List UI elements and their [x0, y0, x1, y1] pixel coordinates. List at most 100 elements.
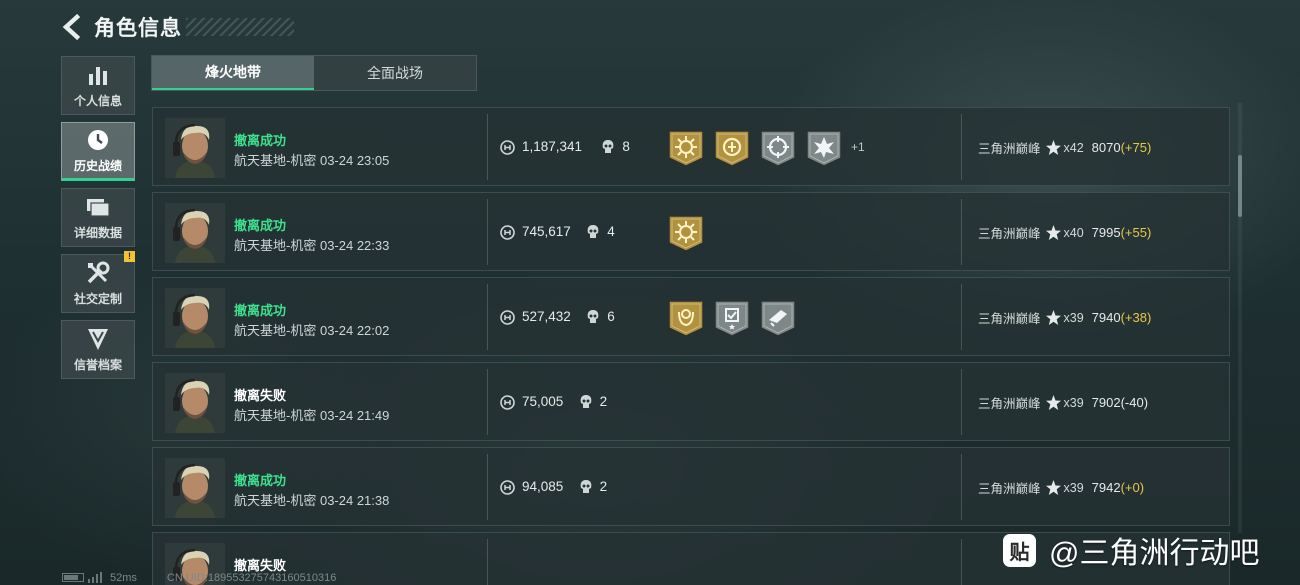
rank-label: 三角洲巅峰 [978, 227, 1041, 241]
star-count: x39 [1063, 480, 1084, 495]
folder-stack-icon [87, 199, 110, 217]
extraction-status: 撤离成功 [234, 218, 287, 233]
star-icon [1041, 309, 1064, 326]
match-time: 03-24 22:33 [319, 238, 390, 253]
loot-value: 527,432 [522, 309, 571, 324]
sidebar-item-credit-record[interactable]: 信誉档案 [61, 320, 135, 379]
header: 角色信息 [58, 10, 298, 44]
gold-sun-medal-icon[interactable] [667, 128, 705, 168]
scrollbar-thumb[interactable] [1238, 155, 1242, 217]
skull-icon [579, 394, 593, 410]
sidebar-item-label: 历史战绩 [73, 159, 122, 173]
silver-burst-medal-icon[interactable] [805, 128, 843, 168]
match-time: 03-24 22:02 [319, 323, 390, 338]
row-divider [961, 369, 962, 435]
coin-icon [500, 140, 515, 155]
tools-icon [87, 261, 110, 284]
gold-crest-medal-icon[interactable] [713, 128, 751, 168]
ping-text: 52ms [110, 571, 137, 584]
rank-info: 三角洲巅峰 x40 7995 (+55) [978, 223, 1151, 242]
rank-label: 三角洲巅峰 [978, 142, 1041, 156]
back-arrow-icon[interactable] [58, 13, 86, 41]
gold-sun-medal-icon[interactable] [667, 213, 705, 253]
rank-score: 7995 [1091, 225, 1121, 240]
loot-value: 75,005 [522, 394, 564, 409]
sidebar-item-detailed-data[interactable]: 详细数据 [61, 188, 135, 247]
match-row[interactable]: 撤离成功 航天基地-机密 03-24 23:05 1,187,341 8 +1 三角洲巅峰… [152, 107, 1230, 186]
bar-chart-icon [89, 67, 107, 85]
loot-value: 1,187,341 [522, 139, 583, 154]
signal-icon [88, 572, 102, 583]
skull-icon [586, 309, 600, 325]
page-title: 角色信息 [94, 17, 182, 40]
silver-shield-medal-icon[interactable] [713, 298, 751, 338]
watermark-logo-icon: 贴 [1003, 533, 1036, 567]
silver-gun-medal-icon[interactable] [759, 298, 797, 338]
coin-icon [500, 395, 515, 410]
star-count: x39 [1063, 395, 1084, 410]
row-divider [487, 199, 488, 265]
score-delta: (+75) [1120, 140, 1152, 155]
rank-score: 7902 [1091, 395, 1121, 410]
map-and-time: 航天基地-机密 03-24 21:38 [234, 490, 389, 509]
skull-icon [579, 479, 593, 495]
match-history-list: 撤离成功 航天基地-机密 03-24 23:05 1,187,341 8 +1 三角洲巅峰… [152, 107, 1230, 585]
match-time: 03-24 21:49 [319, 408, 390, 423]
operator-avatar [165, 203, 225, 263]
row-divider [487, 114, 488, 180]
match-row[interactable]: 撤离成功 航天基地-机密 03-24 21:38 94,085 2 三角洲巅峰 x39 79… [152, 447, 1230, 526]
match-time: 03-24 23:05 [319, 153, 390, 168]
map-and-time: 航天基地-机密 03-24 22:02 [234, 320, 389, 339]
sidebar-item-label: 详细数据 [73, 226, 122, 240]
silver-crosshair-medal-icon[interactable] [759, 128, 797, 168]
match-row[interactable]: 撤离成功 航天基地-机密 03-24 22:02 527,432 6 三角洲巅峰 x39 7… [152, 277, 1230, 356]
coin-icon [500, 225, 515, 240]
rank-info: 三角洲巅峰 x39 7942 (+0) [978, 478, 1144, 497]
row-divider [961, 454, 962, 520]
more-medals-count[interactable]: +1 [851, 140, 865, 154]
extraction-status: 撤离成功 [234, 473, 287, 488]
score-delta: (+38) [1120, 310, 1152, 325]
list-scrollbar[interactable] [1238, 103, 1242, 533]
match-row[interactable]: 撤离成功 航天基地-机密 03-24 22:33 745,617 4 三角洲巅峰 x40 7… [152, 192, 1230, 271]
tab-full-battlefield[interactable]: 全面战场 [314, 56, 476, 90]
score-delta: (+55) [1120, 225, 1152, 240]
rank-info: 三角洲巅峰 x39 7902 (-40) [978, 393, 1148, 412]
sidebar-item-social-custom[interactable]: ! 社交定制 [61, 251, 135, 313]
operator-avatar [165, 288, 225, 348]
shield-chevron-icon [88, 329, 108, 350]
score-delta: (-40) [1120, 395, 1149, 410]
map-name: 航天基地-机密 [234, 153, 317, 168]
rank-score: 7940 [1091, 310, 1121, 325]
score-delta: (+0) [1120, 480, 1145, 495]
sidebar-item-personal-info[interactable]: 个人信息 [61, 56, 135, 115]
map-name: 航天基地-机密 [234, 238, 317, 253]
tab-operations-zone[interactable]: 烽火地带 [152, 56, 314, 90]
skull-icon [601, 139, 615, 155]
kill-count: 2 [599, 394, 608, 409]
star-count: x40 [1063, 225, 1084, 240]
rank-label: 三角洲巅峰 [978, 482, 1041, 496]
loot-value: 94,085 [522, 479, 564, 494]
rank-info: 三角洲巅峰 x42 8070 (+75) [978, 138, 1151, 157]
map-name: 航天基地-机密 [234, 323, 317, 338]
star-icon [1041, 224, 1064, 241]
sidebar-item-match-history[interactable]: 历史战绩 [61, 122, 135, 181]
map-name: 航天基地-机密 [234, 408, 317, 423]
rank-score: 7942 [1091, 480, 1121, 495]
rank-label: 三角洲巅峰 [978, 397, 1041, 411]
watermark: 贴 @三角洲行动吧 [1003, 530, 1259, 570]
status-footer: 52ms CN UID:189553275743160510316 [62, 570, 336, 585]
match-row[interactable]: 撤离失败航天基地-机密 03-24 21:49 75,005 2 三角洲巅峰 x39 79… [152, 362, 1230, 441]
sidebar-item-label: 信誉档案 [73, 358, 122, 372]
extraction-status: 撤离失败 [234, 388, 287, 403]
skull-icon [586, 224, 600, 240]
kill-count: 4 [607, 224, 615, 239]
gold-laurel-medal-icon[interactable] [667, 298, 705, 338]
row-divider [487, 539, 488, 585]
row-divider [961, 539, 962, 585]
star-icon [1041, 479, 1064, 496]
alert-badge: ! [124, 251, 135, 262]
battery-icon [62, 573, 84, 582]
operator-avatar [165, 118, 225, 178]
